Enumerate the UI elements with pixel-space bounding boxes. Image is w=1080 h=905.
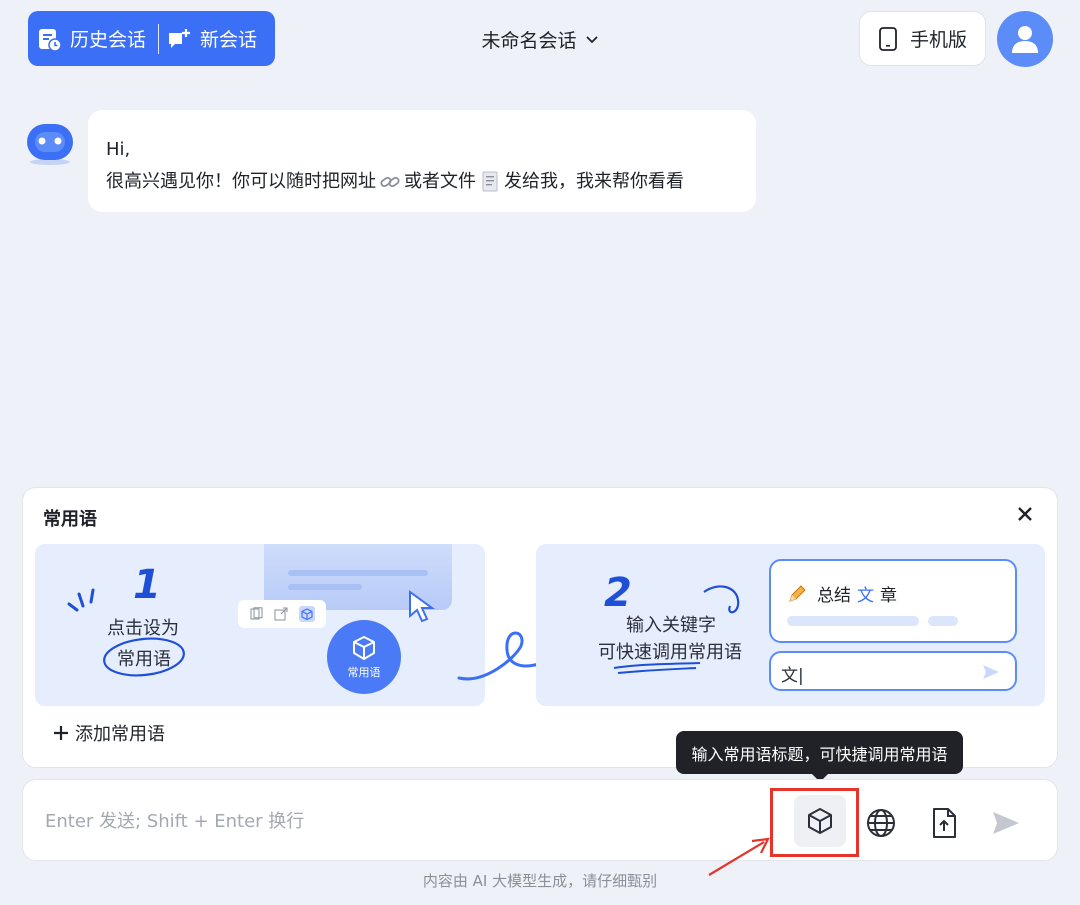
step1-number: 1: [133, 562, 161, 608]
phrase-circle-button: 常用语: [327, 620, 401, 694]
placeholder-line: [928, 616, 958, 626]
send-icon: [993, 812, 1019, 834]
pencil-icon: [789, 584, 806, 602]
sparkle-lines-icon: [67, 588, 95, 612]
message-text: 很高兴遇见你！你可以随时把网址 或者文件 发给我，我来帮你看看: [106, 166, 738, 198]
phone-icon: [879, 26, 897, 51]
placeholder-line: [288, 584, 362, 590]
message-part2: 或者文件: [404, 171, 476, 192]
example-phrase-pre: 总结: [817, 586, 851, 606]
example-input-text: 文|: [781, 666, 804, 686]
message-input[interactable]: [45, 806, 645, 836]
web-search-button[interactable]: [856, 798, 906, 848]
example-phrase-accent: 文: [857, 586, 874, 606]
file-upload-icon: [933, 808, 956, 838]
example-input-box: 文|: [769, 651, 1017, 691]
step2-number: 2: [604, 570, 632, 616]
bot-message-bubble: Hi, 很高兴遇见你！你可以随时把网址 或者文件 发给我，我来帮你看看: [88, 110, 756, 212]
mobile-label: 手机版: [909, 29, 967, 51]
bot-avatar-icon: [27, 124, 73, 165]
placeholder-line: [787, 616, 919, 626]
common-phrases-panel: 常用语 1 点击设为 常用语 常用语 2 输入关键字 可快速调用常用语 总结 文…: [22, 487, 1058, 768]
link-icon: [380, 176, 400, 188]
example-phrase-card: 总结文章: [769, 559, 1017, 643]
document-icon: [482, 171, 498, 192]
cube-icon: [353, 636, 375, 660]
conversation-title: 未命名会话: [481, 30, 577, 52]
globe-icon: [867, 809, 895, 837]
step2-line1: 输入关键字: [626, 615, 716, 636]
tutorial-card-step1: 1 点击设为 常用语 常用语: [35, 544, 485, 706]
chevron-down-icon: [585, 35, 598, 43]
send-button[interactable]: [981, 798, 1031, 848]
phrase-tooltip: 输入常用语标题，可快捷调用常用语: [676, 731, 963, 782]
highlight-box: [770, 788, 859, 857]
tutorial-card-step2: 2 输入关键字 可快速调用常用语 总结文章 文|: [536, 544, 1045, 706]
placeholder-line: [288, 570, 428, 576]
mini-toolbar: [238, 600, 326, 628]
user-icon: [1012, 26, 1038, 53]
user-avatar[interactable]: [997, 11, 1053, 67]
circle-scribble-icon: [103, 637, 185, 677]
example-phrase-title: 总结文章: [787, 581, 897, 606]
greeting-text: Hi,: [106, 139, 131, 160]
cube-icon: [298, 606, 315, 622]
plus-icon: [54, 726, 68, 740]
add-phrase-button[interactable]: 添加常用语: [53, 720, 165, 746]
close-icon[interactable]: [1015, 504, 1035, 524]
underline-scribble-icon: [613, 662, 701, 674]
message-part1: 很高兴遇见你！你可以随时把网址: [106, 171, 376, 192]
step1-button-label: 常用语: [347, 666, 381, 679]
send-icon: [983, 665, 999, 679]
upload-file-button[interactable]: [919, 798, 969, 848]
example-phrase-post: 章: [880, 586, 897, 606]
disclaimer-text: 内容由 AI 大模型生成，请仔细甄别: [422, 872, 658, 890]
share-icon: [274, 607, 288, 621]
chat-input-bar: [22, 779, 1058, 861]
panel-title: 常用语: [43, 509, 97, 530]
message-part3: 发给我，我来帮你看看: [504, 171, 684, 192]
copy-icon: [250, 607, 263, 620]
mobile-version-button[interactable]: 手机版: [859, 11, 986, 66]
add-phrase-label: 添加常用语: [75, 724, 165, 745]
cursor-icon: [409, 590, 436, 623]
